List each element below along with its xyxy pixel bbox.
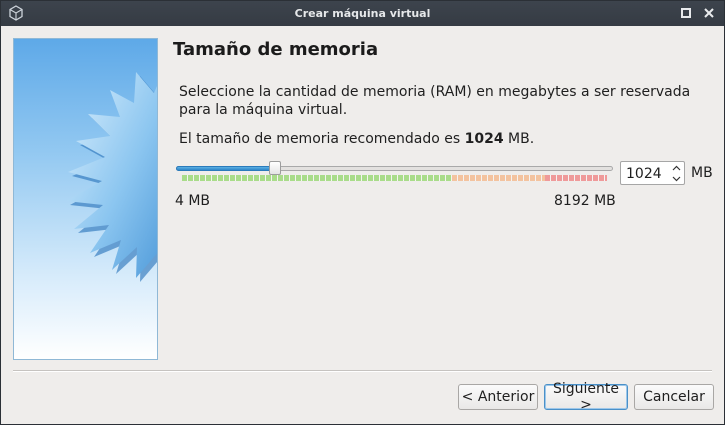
close-icon[interactable] [701, 5, 717, 21]
button-separator [13, 370, 712, 372]
memory-unit-label: MB [691, 165, 713, 181]
cancel-button[interactable]: Cancelar [634, 384, 714, 410]
slider-handle[interactable] [269, 161, 281, 175]
wizard-side-image [13, 38, 158, 360]
recommend-suffix: MB. [503, 131, 535, 147]
maximize-icon[interactable] [678, 5, 694, 21]
page-title: Tamaño de memoria [173, 39, 379, 60]
slider-min-label: 4 MB [175, 193, 211, 209]
spin-up-icon[interactable] [669, 162, 684, 173]
recommended-value: 1024 [464, 131, 504, 147]
next-button[interactable]: Siguiente > [544, 381, 628, 413]
memory-zone-danger [545, 175, 607, 181]
memory-slider[interactable] [176, 161, 613, 183]
recommended-memory-text: El tamaño de memoria recomendado es 1024… [179, 131, 534, 147]
memory-zone-warning [451, 175, 546, 181]
memory-spinbox[interactable]: 1024 [620, 161, 685, 185]
window-title: Crear máquina virtual [294, 7, 431, 20]
page-description: Seleccione la cantidad de memoria (RAM) … [179, 84, 691, 118]
memory-zones [182, 175, 607, 181]
slider-max-label: 8192 MB [554, 193, 616, 209]
spin-down-icon[interactable] [669, 173, 684, 184]
memory-zone-safe [182, 175, 452, 181]
back-button[interactable]: < Anterior [458, 384, 538, 410]
memory-value-input[interactable]: 1024 [626, 166, 662, 182]
title-bar: Crear máquina virtual [1, 1, 724, 26]
slider-fill [176, 166, 275, 171]
recommend-prefix: El tamaño de memoria recomendado es [179, 131, 465, 147]
create-vm-dialog: Crear máquina virtual Tamaño de memoria … [0, 0, 725, 425]
